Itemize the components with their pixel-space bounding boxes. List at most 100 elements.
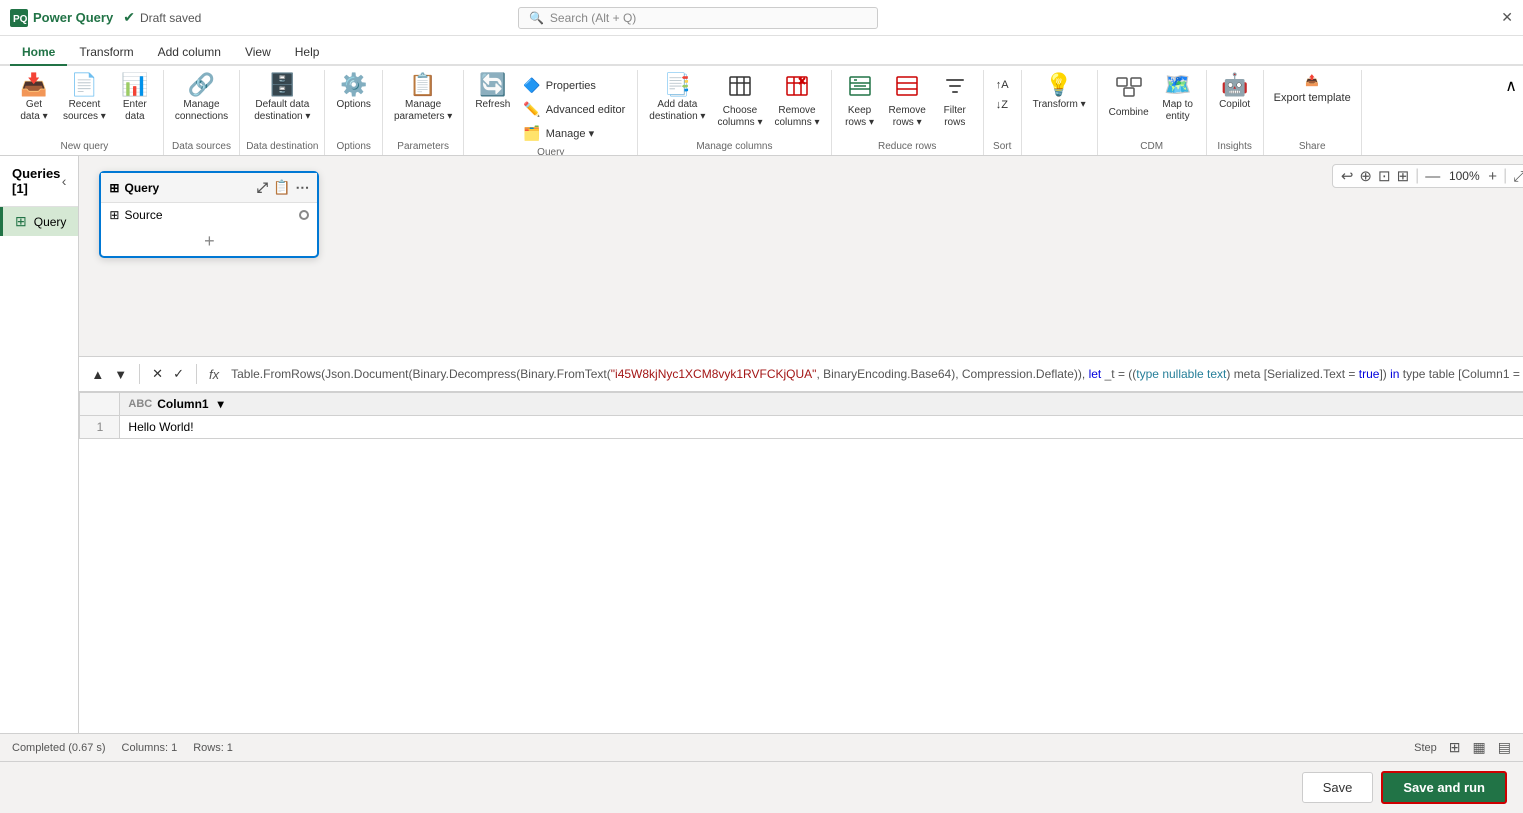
column1-name: Column1 — [157, 397, 208, 411]
remove-rows-button[interactable]: Removerows ▾ — [884, 70, 931, 133]
ribbon-group-sort: ↑A ↓Z Sort — [984, 70, 1022, 155]
formula-accept-button[interactable]: ✓ — [169, 364, 188, 384]
map-to-entity-button[interactable]: 🗺️ Map toentity — [1156, 70, 1200, 127]
query-item-icon: ⊞ — [15, 213, 27, 230]
get-data-button[interactable]: 📥 Getdata ▾ — [12, 70, 56, 127]
ribbon-group-query: 🔄 Refresh 🔷 Properties ✏️ Advanced edito… — [464, 70, 638, 155]
draft-status: ✔ Draft saved — [123, 9, 201, 26]
formula-reject-button[interactable]: ✕ — [148, 364, 167, 384]
formula-down-button[interactable]: ▼ — [110, 365, 131, 384]
transform-button[interactable]: 💡 Transform ▾ — [1028, 70, 1091, 115]
zoom-in-button[interactable]: + — [1488, 168, 1497, 185]
recent-sources-button[interactable]: 📄 Recentsources ▾ — [58, 70, 111, 127]
keep-rows-button[interactable]: Keeprows ▾ — [838, 70, 882, 133]
status-diagram-button[interactable]: ⊞ — [1449, 739, 1461, 756]
query-node-header: ⊞ Query ⤢ 📋 ⋯ — [101, 173, 317, 203]
zoom-expand-button[interactable]: ⤢ — [1513, 168, 1523, 185]
app-name: PQ Power Query — [10, 9, 113, 27]
query-node-menu-icon[interactable]: ⋯ — [295, 179, 309, 196]
new-query-label: New query — [61, 139, 109, 155]
ribbon-group-parameters: 📋 Manageparameters ▾ Parameters — [383, 70, 464, 155]
properties-button[interactable]: 🔷 Properties — [517, 74, 602, 97]
table-row: 1 Hello World! — [80, 416, 1523, 439]
undo-button[interactable]: ↩ — [1341, 167, 1354, 185]
query-list-item[interactable]: ⊞ Query — [0, 207, 78, 236]
remove-rows-icon — [895, 74, 919, 102]
formula-code[interactable]: Table.FromRows(Json.Document(Binary.Deco… — [231, 367, 1523, 382]
data-destination-label: Data destination — [246, 139, 318, 155]
choose-columns-button[interactable]: Choosecolumns ▾ — [712, 70, 767, 133]
save-and-run-button[interactable]: Save and run — [1381, 771, 1507, 804]
refresh-button[interactable]: 🔄 Refresh — [470, 70, 515, 115]
tab-home[interactable]: Home — [10, 40, 67, 66]
fit-screen-button[interactable]: ⊡ — [1378, 167, 1391, 185]
save-button[interactable]: Save — [1302, 772, 1374, 803]
data-table: ABC Column1 ▾ 1 Hello World! — [79, 392, 1523, 439]
row-number-cell: 1 — [80, 416, 120, 439]
fx-label: fx — [205, 367, 223, 382]
default-data-destination-button[interactable]: 🗄️ Default datadestination ▾ — [249, 70, 315, 127]
formula-separator-2 — [196, 364, 197, 384]
manage-parameters-icon: 📋 — [409, 74, 436, 96]
step-label: Step — [1414, 742, 1437, 754]
formula-up-button[interactable]: ▲ — [87, 365, 108, 384]
map-to-entity-icon: 🗺️ — [1164, 74, 1191, 96]
query-label: Query — [537, 145, 564, 156]
tab-transform[interactable]: Transform — [67, 40, 145, 66]
close-button[interactable]: ✕ — [1501, 9, 1513, 26]
copilot-icon: 🤖 — [1221, 74, 1248, 96]
options-button[interactable]: ⚙️ Options — [331, 70, 375, 115]
queries-panel-collapse-button[interactable]: ‹ — [62, 173, 67, 189]
columns-count: Columns: 1 — [122, 742, 178, 754]
statusbar-right: Step ⊞ ▦ ▤ — [1414, 739, 1511, 756]
manage-parameters-button[interactable]: 📋 Manageparameters ▾ — [389, 70, 457, 127]
column1-dropdown-icon[interactable]: ▾ — [218, 397, 224, 411]
copilot-button[interactable]: 🤖 Copilot — [1213, 70, 1257, 115]
tab-view[interactable]: View — [233, 40, 283, 66]
sort-ascending-button[interactable]: ↑A — [990, 76, 1015, 94]
rows-count: Rows: 1 — [193, 742, 233, 754]
filter-rows-icon — [943, 74, 967, 102]
tab-help[interactable]: Help — [283, 40, 332, 66]
row-number-header — [80, 393, 120, 416]
status-table-button[interactable]: ▦ — [1473, 739, 1486, 756]
add-data-dest-icon: 📑 — [664, 74, 691, 96]
query-node-copy-icon[interactable]: 📋 — [273, 179, 290, 196]
sort-descending-button[interactable]: ↓Z — [990, 96, 1014, 114]
zoom-map-button[interactable]: ⊞ — [1397, 167, 1410, 185]
combine-button[interactable]: Combine — [1104, 70, 1154, 123]
step-connection-dot — [299, 210, 309, 220]
ribbon-collapse[interactable]: ∧ — [1505, 70, 1517, 155]
save-area: Save Save and run — [0, 761, 1523, 813]
query-node-step[interactable]: ⊞ Source — [101, 203, 317, 227]
formula-separator — [139, 364, 140, 384]
keep-rows-icon — [848, 74, 872, 102]
statusbar: Completed (0.67 s) Columns: 1 Rows: 1 St… — [0, 733, 1523, 761]
advanced-editor-icon: ✏️ — [523, 101, 540, 118]
canvas-area: ⊞ Query ⤢ 📋 ⋯ ⊞ Source + — [79, 156, 1523, 733]
cell-column1-row1[interactable]: Hello World! — [120, 416, 1523, 439]
query-node-add-button[interactable]: + — [101, 227, 317, 256]
options-label: Options — [336, 139, 370, 155]
search-bar[interactable]: 🔍 Search (Alt + Q) — [518, 7, 878, 29]
export-template-button[interactable]: 📤 Export template — [1270, 70, 1355, 108]
column1-type: ABC — [128, 398, 152, 410]
manage-button[interactable]: 🗂️ Manage ▾ — [517, 122, 600, 145]
formula-nav: ▲ ▼ — [87, 365, 131, 384]
manage-connections-button[interactable]: 🔗 Manageconnections — [170, 70, 233, 127]
combine-icon — [1116, 74, 1142, 104]
status-column-button[interactable]: ▤ — [1498, 739, 1511, 756]
add-data-destination-button[interactable]: 📑 Add datadestination ▾ — [644, 70, 710, 127]
remove-columns-button[interactable]: Removecolumns ▾ — [769, 70, 824, 133]
filter-rows-button[interactable]: Filterrows — [933, 70, 977, 133]
redo-button[interactable]: ⊕ — [1359, 167, 1372, 185]
zoom-out-button[interactable]: — — [1425, 168, 1440, 185]
enter-data-button[interactable]: 📊 Enterdata — [113, 70, 157, 127]
insights-label: Insights — [1217, 139, 1251, 155]
query-node-expand-icon[interactable]: ⤢ — [257, 179, 268, 196]
column1-header[interactable]: ABC Column1 ▾ — [120, 393, 1523, 416]
options-icon: ⚙️ — [340, 74, 367, 96]
advanced-editor-button[interactable]: ✏️ Advanced editor — [517, 98, 631, 121]
remove-columns-icon — [785, 74, 809, 102]
tab-add-column[interactable]: Add column — [146, 40, 233, 66]
